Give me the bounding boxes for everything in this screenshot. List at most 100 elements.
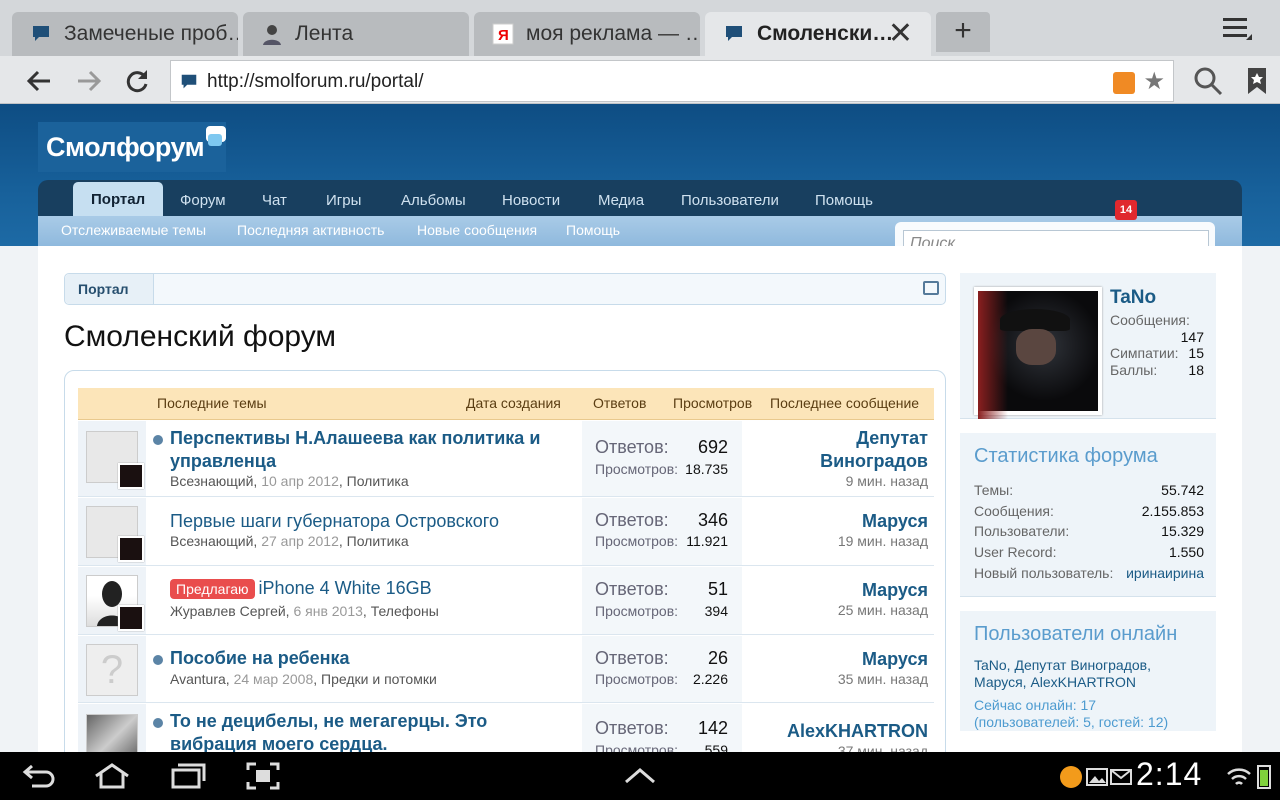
thread-stats: Ответов: 346 Просмотров: 11.921	[582, 498, 742, 565]
last-post-user[interactable]: Депутат Виноградов	[768, 427, 928, 473]
unread-dot-icon	[153, 718, 163, 728]
close-tab-icon[interactable]: ✕	[888, 12, 913, 56]
thread-title[interactable]: Первые шаги губернатора Островского	[170, 510, 570, 533]
search-icon[interactable]	[1191, 64, 1225, 98]
thread-author[interactable]: Всезнающий	[170, 473, 253, 489]
notification-app-icon[interactable]	[1060, 766, 1082, 788]
header-views[interactable]: Просмотров	[673, 388, 752, 418]
nav-tab-forum[interactable]: Форум	[180, 186, 226, 216]
wifi-icon[interactable]	[1226, 762, 1252, 790]
online-users-list[interactable]: TaNo, Депутат Виноградов, Маруся, AlexKH…	[974, 657, 1204, 691]
replies-label: Ответов:	[595, 510, 669, 530]
thread-author[interactable]: Avantura	[170, 671, 226, 687]
url-text[interactable]: http://smolforum.ru/portal/	[207, 61, 423, 103]
user-avatar[interactable]	[974, 287, 1102, 419]
header-last-post[interactable]: Последнее сообщение	[770, 388, 919, 418]
tab-lenta[interactable]: Лента	[243, 12, 469, 56]
thread-forum[interactable]: Политика	[347, 533, 409, 549]
nav-tab-albums[interactable]: Альбомы	[401, 186, 466, 216]
last-post-user[interactable]: AlexKHARTRON	[768, 720, 928, 743]
default-avatar-icon[interactable]: ?	[86, 644, 138, 696]
user-points-value[interactable]: 18	[1188, 362, 1204, 378]
notification-badge[interactable]: 14	[1115, 200, 1137, 220]
tab-zamechenye[interactable]: Замеченые проб…	[12, 12, 238, 56]
subnav-recent-activity[interactable]: Последняя активность	[237, 216, 384, 244]
header-topics[interactable]: Последние темы	[157, 388, 267, 418]
thread-forum[interactable]: Политика	[347, 473, 409, 489]
header-created[interactable]: Дата создания	[466, 388, 561, 418]
replies-label: Ответов:	[595, 718, 669, 738]
screen: Замеченые проб… Лента Я моя реклама — … …	[0, 0, 1280, 800]
bookmarks-icon[interactable]	[1240, 64, 1274, 98]
site-logo[interactable]: Смолфорум	[38, 122, 226, 172]
thread-prefix-badge[interactable]: Предлагаю	[170, 579, 255, 599]
replies-label: Ответов:	[595, 648, 669, 668]
replies-label: Ответов:	[595, 579, 669, 599]
small-avatar[interactable]	[118, 463, 144, 489]
last-post-user[interactable]: Маруся	[768, 579, 928, 602]
user-messages-value[interactable]: 147	[1110, 329, 1204, 345]
thread-title-line: Предлагаю iPhone 4 White 16GB	[170, 577, 570, 600]
user-likes-value[interactable]: 15	[1188, 345, 1204, 361]
address-bar[interactable]: http://smolforum.ru/portal/ ★	[170, 60, 1174, 102]
logo-bubble-icon	[208, 134, 222, 146]
header-replies[interactable]: Ответов	[593, 388, 646, 418]
nav-tab-users[interactable]: Пользователи	[681, 186, 779, 216]
back-arrow-icon[interactable]	[22, 64, 56, 98]
battery-icon[interactable]	[1256, 762, 1272, 790]
table-header: Последние темы Дата создания Ответов Про…	[78, 388, 934, 420]
subnav-new-posts[interactable]: Новые сообщения	[417, 216, 537, 244]
last-post-time[interactable]: 37 мин. назад	[768, 743, 928, 752]
bookmark-star-icon[interactable]: ★	[1143, 67, 1165, 96]
nav-tab-portal[interactable]: Портал	[73, 182, 164, 216]
tab-smolenski[interactable]: Смоленски… ✕	[705, 12, 931, 56]
thread-forum[interactable]: Предки и потомки	[321, 671, 437, 687]
rss-icon[interactable]	[1113, 72, 1135, 94]
avatar[interactable]	[86, 714, 138, 752]
recent-apps-icon[interactable]	[170, 762, 206, 790]
last-post-user[interactable]: Маруся	[768, 648, 928, 671]
nav-tab-media[interactable]: Медиа	[598, 186, 644, 216]
reload-icon[interactable]	[120, 64, 154, 98]
clock[interactable]: 2:14	[1136, 756, 1202, 793]
new-tab-button[interactable]: +	[936, 12, 990, 52]
user-name[interactable]: TaNo	[1110, 287, 1156, 309]
last-post-time[interactable]: 25 мин. назад	[768, 602, 928, 618]
menu-icon[interactable]	[1220, 14, 1254, 44]
last-post-time[interactable]: 35 мин. назад	[768, 671, 928, 687]
user-avatar-icon	[263, 25, 281, 45]
thread-meta: Avantura, 24 мар 2008, Предки и потомки	[170, 671, 437, 687]
last-post-time[interactable]: 9 мин. назад	[768, 473, 928, 489]
web-page: Смолфорум Портал Форум Чат Игры Альбомы …	[0, 104, 1280, 752]
nav-tab-help[interactable]: Помощь	[815, 186, 873, 216]
tab-reklama[interactable]: Я моя реклама — …	[474, 12, 700, 56]
mail-icon[interactable]	[1110, 766, 1132, 788]
small-avatar[interactable]	[118, 605, 144, 631]
thread-title[interactable]: То не децибелы, не мегагерцы. Это вибрац…	[170, 710, 570, 752]
tab-title: Смоленски…	[757, 22, 894, 45]
back-icon[interactable]	[22, 762, 56, 790]
last-post-user[interactable]: Маруся	[768, 510, 928, 533]
thread-title[interactable]: iPhone 4 White 16GB	[259, 578, 432, 598]
nav-tab-news[interactable]: Новости	[502, 186, 560, 216]
thread-author[interactable]: Всезнающий	[170, 533, 253, 549]
chevron-up-icon[interactable]	[622, 762, 658, 790]
screenshot-icon[interactable]	[246, 762, 280, 790]
jump-to-icon[interactable]	[923, 281, 939, 295]
thread-title[interactable]: Пособие на ребенка	[170, 647, 570, 670]
home-icon[interactable]	[92, 762, 132, 790]
thread-author[interactable]: Журавлев Сергей	[170, 603, 286, 619]
gallery-icon[interactable]	[1086, 766, 1108, 788]
thread-forum[interactable]: Телефоны	[371, 603, 439, 619]
subnav-watched-threads[interactable]: Отслеживаемые темы	[61, 216, 206, 244]
last-post-time[interactable]: 19 мин. назад	[768, 533, 928, 549]
forward-arrow-icon[interactable]	[72, 64, 106, 98]
newest-user-link[interactable]: иринаирина	[1126, 565, 1204, 581]
small-avatar[interactable]	[118, 536, 144, 562]
subnav-help[interactable]: Помощь	[566, 216, 620, 244]
recent-threads-panel: Последние темы Дата создания Ответов Про…	[64, 370, 946, 752]
thread-title[interactable]: Перспективы Н.Алашеева как политика и уп…	[170, 427, 570, 473]
nav-tab-chat[interactable]: Чат	[262, 186, 287, 216]
breadcrumb-portal[interactable]: Портал	[65, 274, 154, 304]
nav-tab-games[interactable]: Игры	[326, 186, 361, 216]
